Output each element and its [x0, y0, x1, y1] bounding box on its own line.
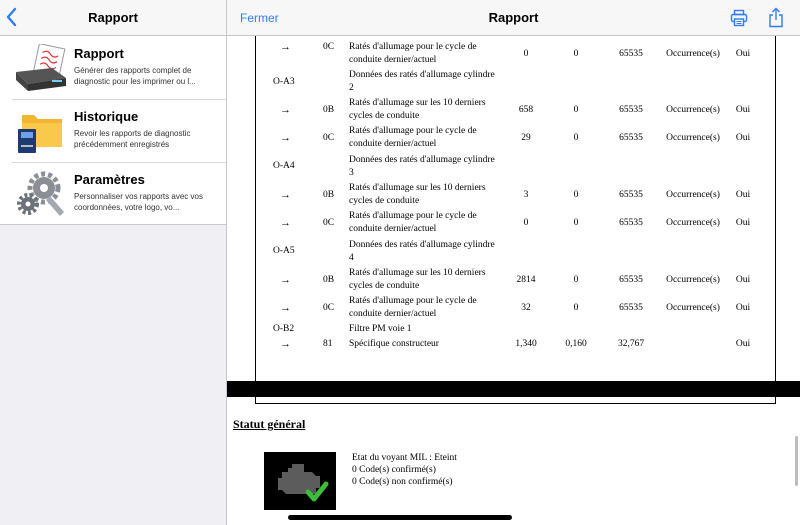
detail-pane: Fermer Rapport → 0C Ratés d'allumage pou…	[227, 0, 800, 525]
row-id: O-A5	[273, 246, 295, 256]
folder-history-icon	[18, 115, 62, 153]
row-code: 0C	[323, 303, 335, 313]
share-button[interactable]	[768, 7, 784, 28]
printer-icon	[730, 9, 748, 27]
row-description: Données des ratés d'allumage cylindre 3	[349, 155, 495, 178]
row-unit: Occurrence(s)	[666, 275, 720, 285]
row-description: Ratés d'allumage pour le cycle de condui…	[349, 296, 477, 319]
row-description: Ratés d'allumage pour le cycle de condui…	[349, 126, 477, 149]
menu-item-title: Paramètres	[74, 172, 145, 187]
row-arrow: →	[280, 274, 291, 286]
row-arrow: →	[280, 338, 291, 350]
row-description: Données des ratés d'allumage cylindre 4	[349, 240, 495, 263]
row-status: Oui	[735, 49, 751, 59]
menu-item-historique[interactable]: Historique Revoir les rapports de diagno…	[0, 99, 226, 162]
row-arrow: →	[280, 189, 291, 201]
menu-item-description: Personnaliser vos rapports avec vos coor…	[74, 192, 203, 212]
row-id: O-A3	[273, 77, 295, 87]
row-id: O-A4	[273, 161, 295, 171]
row-status: Oui	[735, 218, 751, 228]
detail-title: Rapport	[488, 10, 539, 25]
row-description: Ratés d'allumage pour le cycle de condui…	[349, 211, 477, 234]
mil-status-text: Etat du voyant MIL : Eteint	[352, 453, 457, 463]
row-id: O-B2	[273, 324, 295, 334]
menu-item-parametres[interactable]: Paramètres Personnaliser vos rapports av…	[0, 162, 226, 225]
row-status: Oui	[735, 303, 751, 313]
row-unit: Occurrence(s)	[666, 190, 720, 200]
row-code: 0B	[323, 105, 335, 115]
row-code: 0C	[323, 218, 335, 228]
engine-check-icon	[278, 464, 329, 502]
row-status: Oui	[735, 105, 751, 115]
row-arrow: →	[280, 104, 291, 116]
home-indicator[interactable]	[288, 515, 512, 520]
menu-item-title: Rapport	[74, 46, 124, 61]
engine-status-image	[264, 452, 336, 510]
master-title: Rapport	[88, 10, 138, 25]
row-unit: Occurrence(s)	[666, 49, 720, 59]
row-description: Ratés d'allumage sur les 10 derniers cyc…	[349, 98, 486, 121]
confirmed-codes-text: 0 Code(s) confirmé(s)	[352, 465, 436, 475]
master-pane: Rapport Rapport Générer des rapports com…	[0, 0, 227, 525]
gears-settings-icon	[17, 171, 64, 216]
row-unit: Occurrence(s)	[666, 218, 720, 228]
row-code: 0C	[323, 133, 335, 143]
row-code: 81	[323, 339, 333, 349]
row-arrow: →	[280, 217, 291, 229]
row-code: 0B	[323, 275, 335, 285]
row-status: Oui	[735, 190, 751, 200]
row-arrow: →	[280, 41, 291, 53]
row-description: Spécifique constructeur	[349, 339, 439, 349]
row-unit: Occurrence(s)	[666, 303, 720, 313]
share-icon	[769, 7, 783, 28]
scrollbar[interactable]	[795, 436, 798, 486]
row-description: Filtre PM voie 1	[349, 324, 412, 334]
row-status: Oui	[735, 133, 751, 143]
row-description: Ratés d'allumage sur les 10 derniers cyc…	[349, 183, 486, 206]
report-document: → 0C Ratés d'allumage pour le cycle de c…	[227, 28, 800, 525]
row-description: Ratés d'allumage sur les 10 derniers cyc…	[349, 268, 486, 291]
row-description: Ratés d'allumage pour le cycle de condui…	[349, 42, 477, 65]
menu-item-title: Historique	[74, 109, 139, 124]
row-arrow: →	[280, 132, 291, 144]
menu-item-description: Générer des rapports complet de diagnost…	[74, 66, 196, 86]
row-unit: Occurrence(s)	[666, 133, 720, 143]
row-status: Oui	[735, 339, 751, 349]
row-status: Oui	[735, 275, 751, 285]
detail-nav-bar: Fermer Rapport	[227, 0, 800, 36]
row-code: 0C	[323, 42, 335, 52]
status-section-title: Statut général	[233, 417, 306, 431]
row-arrow: →	[280, 302, 291, 314]
row-code: 0B	[323, 190, 335, 200]
row-description: Données des ratés d'allumage cylindre 2	[349, 70, 495, 93]
printer-report-icon	[16, 44, 66, 91]
section-separator	[227, 381, 800, 397]
menu-item-description: Revoir les rapports de diagnostic précéd…	[74, 129, 191, 149]
row-unit: Occurrence(s)	[666, 105, 720, 115]
menu-item-rapport[interactable]: Rapport Générer des rapports complet de …	[0, 36, 226, 99]
master-nav-bar: Rapport	[0, 0, 226, 36]
report-table: → 0C Ratés d'allumage pour le cycle de c…	[255, 28, 776, 404]
unconfirmed-codes-text: 0 Code(s) non confirmé(s)	[352, 477, 453, 487]
menu-list: Rapport Générer des rapports complet de …	[0, 36, 226, 225]
row-max: 32,767	[617, 339, 645, 349]
print-button[interactable]	[730, 9, 748, 27]
